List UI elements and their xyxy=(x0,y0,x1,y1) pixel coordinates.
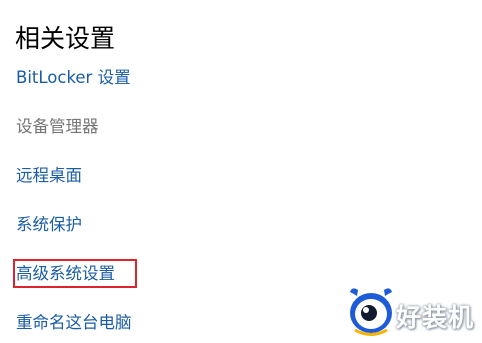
remote-desktop-link[interactable]: 远程桌面 xyxy=(16,164,82,188)
watermark-text: 好装机 xyxy=(396,303,475,332)
system-protection-link[interactable]: 系统保护 xyxy=(16,213,82,237)
rename-pc-link[interactable]: 重命名这台电脑 xyxy=(16,311,132,335)
section-title-related-settings: 相关设置 xyxy=(15,24,116,53)
watermark: 好装机 xyxy=(346,286,482,338)
device-manager-link: 设备管理器 xyxy=(16,117,99,136)
eye-mascot-icon xyxy=(350,288,392,336)
highlight-box xyxy=(13,259,137,288)
bitlocker-settings-link[interactable]: BitLocker 设置 xyxy=(16,66,131,90)
